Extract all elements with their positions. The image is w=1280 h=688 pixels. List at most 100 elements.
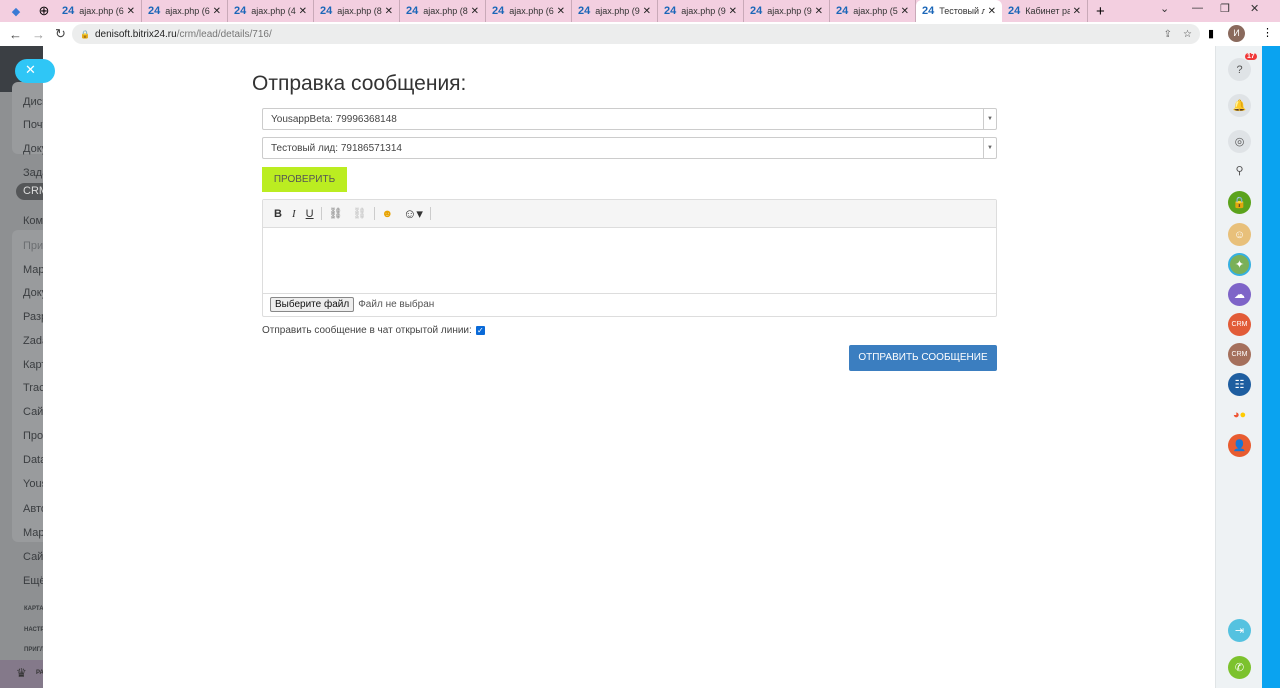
open-lines-icon[interactable]: ☷ [1228, 373, 1251, 396]
close-tab-icon[interactable]: ✕ [213, 6, 221, 17]
choose-file-button[interactable]: Выберите файл [270, 297, 355, 312]
reload-icon[interactable]: ↻ [55, 26, 69, 42]
close-tab-icon[interactable]: ✕ [557, 6, 565, 17]
sidebar-item[interactable]: Доку [23, 143, 43, 155]
side-panel-icon[interactable]: ▮ [1208, 27, 1214, 40]
bold-button[interactable]: B [274, 208, 282, 220]
phone-icon[interactable]: ✆ [1228, 656, 1251, 679]
italic-button[interactable]: I [292, 208, 296, 220]
sidebar-item[interactable]: Разр [23, 311, 43, 323]
chevron-down-icon: ▼ [983, 138, 996, 158]
minimize-button[interactable]: — [1192, 2, 1203, 14]
chat-icon[interactable]: ◎ [1228, 130, 1251, 153]
close-tab-icon[interactable]: ✕ [385, 6, 393, 17]
tab-title: ajax.php (53 [853, 6, 898, 16]
crm-chat-icon[interactable]: CRM [1228, 313, 1251, 336]
sidebar-upgrade-bar[interactable]: ♛ РА [0, 660, 43, 688]
sidebar-footer-link[interactable]: КАРТА [24, 606, 43, 612]
browser-tab[interactable]: 24 ajax.php (84✕ [314, 0, 400, 22]
sidebar-item[interactable]: Zada [23, 335, 43, 347]
sidebar-item[interactable]: Мар [23, 264, 43, 276]
bell-icon[interactable]: 🔔 [1228, 94, 1251, 117]
close-tab-icon[interactable]: ✕ [901, 6, 909, 17]
unlink-icon[interactable]: ⛓ [353, 207, 367, 220]
cloud-icon[interactable]: ☁ [1228, 283, 1251, 306]
browser-tab[interactable]: 24 ajax.php (88✕ [400, 0, 486, 22]
menu-icon[interactable]: ⋮ [1262, 26, 1273, 39]
close-window-button[interactable]: ✕ [1250, 2, 1259, 15]
crm-chat-icon-2[interactable]: CRM [1228, 343, 1251, 366]
back-icon[interactable]: ← [9, 27, 23, 42]
sidebar-item[interactable]: Авто [23, 503, 43, 515]
bitrix24-favicon: 24 [492, 5, 505, 17]
close-tab-icon[interactable]: ✕ [988, 6, 996, 17]
browser-tab[interactable]: 24 ajax.php (97✕ [744, 0, 830, 22]
sidebar-item[interactable]: Track [23, 382, 43, 394]
browser-tab[interactable]: 24 Тестовый л ✕ [916, 0, 1002, 22]
sidebar-item[interactable]: Ещё [23, 575, 43, 587]
pinned-tab-icon[interactable]: ⊕ [32, 3, 56, 19]
pie-app-icon[interactable]: ◕ ● [1228, 403, 1251, 426]
sidebar-item[interactable]: Зада [23, 167, 43, 179]
close-tab-icon[interactable]: ✕ [299, 6, 307, 17]
message-textarea[interactable] [263, 228, 996, 294]
sidebar-item[interactable]: Сайт [23, 406, 43, 418]
close-tab-icon[interactable]: ✕ [729, 6, 737, 17]
sidebar-footer-link[interactable]: НАСТР [24, 627, 43, 633]
sidebar-item[interactable]: Почта [23, 119, 43, 131]
forward-icon[interactable]: → [32, 27, 46, 42]
new-tab-button[interactable]: + [1096, 3, 1105, 20]
sidebar-item[interactable]: При [23, 240, 43, 252]
profile-avatar[interactable]: И [1228, 25, 1245, 42]
open-line-option: Отправить сообщение в чат открытой линии… [262, 325, 485, 336]
browser-tab[interactable]: 24 ajax.php (96✕ [572, 0, 658, 22]
sidebar-item[interactable]: Диск [23, 96, 43, 108]
user-icon[interactable]: 👤 [1228, 434, 1251, 457]
send-message-button[interactable]: ОТПРАВИТЬ СООБЩЕНИЕ [849, 345, 997, 371]
sidebar-item[interactable]: Мар [23, 527, 43, 539]
tab-search-icon[interactable]: ◆ [0, 5, 32, 18]
editor-toolbar: B I U ⛓ ⛓ ☻ ☺▾ [263, 200, 996, 228]
help-icon[interactable]: ? 17 [1228, 53, 1257, 81]
open-line-checkbox[interactable]: ✓ [475, 326, 485, 335]
browser-tab[interactable]: 24 ajax.php (64✕ [142, 0, 228, 22]
link-icon[interactable]: ⛓ [329, 207, 343, 220]
browser-tab[interactable]: 24 ajax.php (53✕ [830, 0, 916, 22]
url-input[interactable]: 🔒 denisoft.bitrix24.ru/crm/lead/details/… [72, 24, 1200, 44]
browser-tab[interactable]: 24 ajax.php (94✕ [658, 0, 744, 22]
browser-tab[interactable]: 24 ajax.php (42✕ [228, 0, 314, 22]
sidebar-item[interactable]: Data [23, 454, 43, 466]
restore-button[interactable]: ❐ [1220, 2, 1230, 15]
close-tab-icon[interactable]: ✕ [643, 6, 651, 17]
bookmark-star-icon[interactable]: ☆ [1183, 29, 1192, 40]
emoji-dropdown-icon[interactable]: ☺▾ [403, 206, 423, 222]
group-avatar-icon[interactable]: ☺ [1228, 223, 1251, 246]
browser-tab[interactable]: 24 ajax.php (61✕ [486, 0, 572, 22]
line-select[interactable]: YousappBeta: 79996368148 ▼ [262, 108, 997, 130]
share-icon[interactable]: ⇪ [1164, 29, 1172, 40]
contact-select[interactable]: Тестовый лид: 79186571314 ▼ [262, 137, 997, 159]
sidebar-footer-link[interactable]: ПРИГЛ [24, 647, 43, 653]
close-tab-icon[interactable]: ✕ [1073, 6, 1081, 17]
close-slider-button[interactable]: ✕ [15, 59, 55, 83]
sidebar-item[interactable]: Ком [23, 215, 43, 227]
smiley-icon[interactable]: ☻ [382, 208, 394, 220]
sidebar-item[interactable]: Про [23, 430, 43, 442]
tab-list-icon[interactable]: ⌄ [1160, 2, 1169, 15]
browser-tab[interactable]: 24 Кабинет ра ✕ [1002, 0, 1088, 22]
check-button[interactable]: ПРОВЕРИТЬ [262, 167, 347, 192]
lock-app-icon[interactable]: 🔒 [1228, 191, 1251, 214]
close-tab-icon[interactable]: ✕ [127, 6, 135, 17]
close-tab-icon[interactable]: ✕ [815, 6, 823, 17]
sidebar-item[interactable]: CRM [16, 183, 43, 200]
sidebar-item[interactable]: Yous [23, 478, 43, 490]
sidebar-item[interactable]: Карт [23, 359, 43, 371]
browser-tab[interactable]: 24 ajax.php (61✕ [56, 0, 142, 22]
underline-button[interactable]: U [306, 208, 314, 220]
emblem-avatar-icon[interactable]: ✦ [1228, 253, 1251, 276]
sidebar-item[interactable]: Доку [23, 287, 43, 299]
sidebar-item[interactable]: Сайт [23, 551, 43, 563]
search-icon[interactable]: ⚲ [1228, 159, 1251, 182]
export-icon[interactable]: ⇥ [1228, 619, 1251, 642]
close-tab-icon[interactable]: ✕ [471, 6, 479, 17]
